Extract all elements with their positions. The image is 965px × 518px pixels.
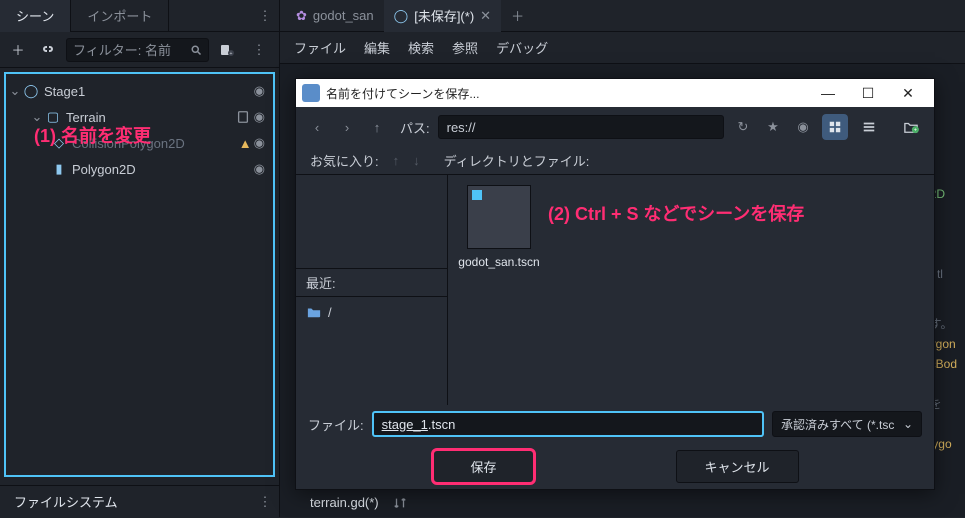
character-icon: ✿ (296, 8, 307, 24)
scene-toolbar: ＋ フィルター: 名前 + ⋮ (0, 32, 279, 68)
scene-tree: ⌄ ◯ Stage1 ◉ ⌄ ▢ Terrain ◉ ◇ CollisionPo… (4, 72, 275, 477)
file-item[interactable]: godot_san.tscn (458, 185, 540, 269)
menu-goto[interactable]: 参照 (452, 38, 478, 57)
filesystem-panel-tab: ファイルシステム ⋮ (0, 485, 279, 517)
visibility-icon[interactable]: ◉ (252, 161, 267, 177)
collisionpolygon-icon: ◇ (50, 135, 68, 151)
folder-icon (306, 305, 322, 319)
move-up-icon[interactable]: ↑ (393, 153, 400, 168)
close-icon[interactable]: ✕ (888, 85, 928, 102)
chevron-down-icon: ⌄ (903, 417, 913, 431)
tab-filesystem[interactable]: ファイルシステム (0, 485, 132, 518)
tree-node-root[interactable]: ⌄ ◯ Stage1 ◉ (6, 78, 273, 104)
favorites-list[interactable] (296, 175, 447, 268)
favorites-label: お気に入り: (310, 151, 379, 170)
file-browser[interactable]: godot_san.tscn (448, 175, 934, 405)
polygon2d-icon: ▮ (50, 161, 68, 177)
staticbody-icon: ▢ (44, 109, 62, 125)
tab-godot-san[interactable]: ✿ godot_san (286, 0, 384, 32)
menu-edit[interactable]: 編集 (364, 38, 390, 57)
tree-node-polygon[interactable]: ▮ Polygon2D ◉ (6, 156, 273, 182)
panel-more-icon[interactable]: ⋮ (251, 8, 279, 24)
grid-view-icon[interactable] (822, 114, 848, 140)
menu-file[interactable]: ファイル (294, 38, 346, 57)
dialog-nav: ‹ › ↑ パス: res:// ↻ ★ ◉ + (296, 107, 934, 147)
file-label: ファイル: (308, 415, 364, 434)
show-hidden-icon[interactable]: ◉ (792, 116, 814, 138)
editor-tabs: ✿ godot_san ◯ [未保存](*) ✕ ＋ (280, 0, 965, 32)
refresh-icon[interactable]: ↻ (732, 116, 754, 138)
path-label: パス: (400, 118, 430, 137)
search-icon (190, 44, 202, 56)
path-input[interactable]: res:// (438, 115, 724, 139)
recent-list[interactable]: / (296, 297, 447, 406)
svg-text:+: + (230, 51, 233, 57)
script-tab-terrain[interactable]: terrain.gd(*) (296, 489, 393, 516)
tree-node-collision[interactable]: ◇ CollisionPolygon2D ▲ ◉ (6, 130, 273, 156)
menu-search[interactable]: 検索 (408, 38, 434, 57)
visibility-icon[interactable]: ◉ (252, 83, 267, 99)
script-menubar: ファイル 編集 検索 参照 デバッグ (280, 32, 965, 64)
tab-import[interactable]: インポート (71, 0, 169, 32)
file-thumbnail (467, 185, 531, 249)
node2d-icon: ◯ (394, 8, 409, 24)
dialog-titlebar[interactable]: 名前を付けてシーンを保存... — ☐ ✕ (296, 79, 934, 107)
godot-icon (302, 84, 320, 102)
new-folder-icon[interactable]: + (898, 114, 924, 140)
close-icon[interactable]: ✕ (480, 8, 491, 24)
scene-panel-tabs: シーン インポート ⋮ (0, 0, 279, 32)
save-button[interactable]: 保存 (431, 448, 535, 485)
svg-text:+: + (914, 127, 917, 133)
filename-input[interactable]: stage_1.tscn (372, 411, 764, 437)
move-down-icon[interactable]: ↓ (413, 153, 420, 168)
visibility-icon[interactable]: ◉ (252, 109, 267, 125)
tab-scene[interactable]: シーン (0, 0, 71, 32)
dir-file-label: ディレクトリとファイル: (444, 151, 590, 170)
recent-item[interactable]: / (306, 305, 437, 320)
visibility-icon[interactable]: ◉ (252, 135, 267, 151)
up-icon[interactable]: ↑ (366, 116, 388, 138)
menu-debug[interactable]: デバッグ (496, 38, 548, 57)
scene-filter-input[interactable]: フィルター: 名前 (66, 38, 209, 62)
cancel-button[interactable]: キャンセル (676, 450, 799, 483)
back-icon[interactable]: ‹ (306, 116, 328, 138)
plus-icon: ＋ (511, 6, 524, 25)
script-tabs: terrain.gd(*) (296, 487, 423, 517)
recent-label: 最近: (296, 268, 447, 297)
filetype-select[interactable]: 承認済みすべて (*.tsc ⌄ (772, 411, 922, 437)
sort-icon[interactable] (393, 496, 423, 510)
add-node-icon[interactable]: ＋ (6, 38, 30, 62)
attach-script-icon[interactable]: + (215, 38, 239, 62)
save-scene-dialog: 名前を付けてシーンを保存... — ☐ ✕ ‹ › ↑ パス: res:// ↻… (295, 78, 935, 490)
link-icon[interactable] (36, 38, 60, 62)
tree-node-terrain[interactable]: ⌄ ▢ Terrain ◉ (6, 104, 273, 130)
script-icon[interactable] (234, 110, 252, 124)
chevron-down-icon[interactable]: ⌄ (8, 83, 22, 99)
add-tab[interactable]: ＋ (501, 0, 534, 32)
panel-more-icon[interactable]: ⋮ (251, 494, 279, 510)
forward-icon[interactable]: › (336, 116, 358, 138)
minimize-icon[interactable]: — (808, 85, 848, 101)
chevron-down-icon[interactable]: ⌄ (30, 109, 44, 125)
tab-unsaved[interactable]: ◯ [未保存](*) ✕ (384, 0, 501, 32)
maximize-icon[interactable]: ☐ (848, 85, 888, 102)
warning-icon[interactable]: ▲ (239, 136, 252, 151)
list-view-icon[interactable] (856, 114, 882, 140)
favorite-icon[interactable]: ★ (762, 116, 784, 138)
node2d-icon: ◯ (22, 83, 40, 99)
toolbar-more-icon[interactable]: ⋮ (245, 42, 273, 58)
